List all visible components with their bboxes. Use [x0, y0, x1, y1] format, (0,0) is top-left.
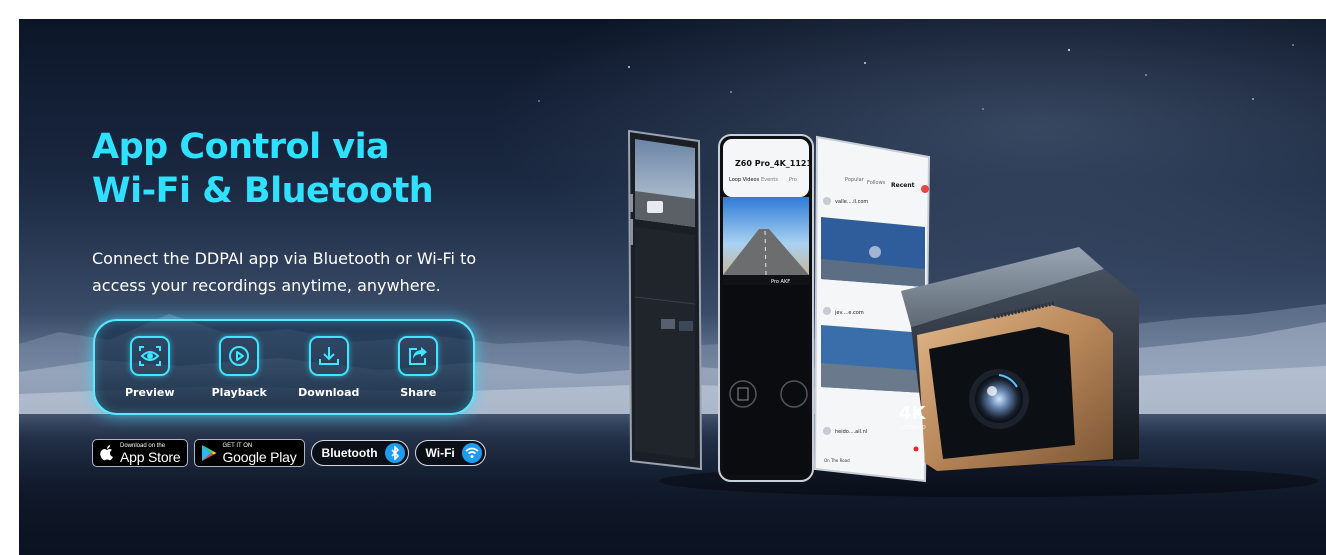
title-line-2: Wi-Fi & Bluetooth: [92, 171, 434, 211]
phone3-nav-road: On The Road: [824, 458, 850, 463]
bluetooth-icon: [384, 443, 405, 463]
download-icon: [308, 335, 349, 376]
play-icon: [219, 335, 260, 376]
phone-1: [627, 129, 703, 471]
feature-playback: Playback: [199, 335, 279, 399]
phone2-tab-events: Events: [761, 177, 778, 183]
phone2-overlay: Pro AKF: [771, 279, 790, 285]
device-resolution-sub: ULTRA HD: [901, 425, 926, 431]
hero-description: Connect the DDPAI app via Bluetooth or W…: [92, 245, 532, 299]
page-title: App Control via Wi-Fi & Bluetooth: [92, 125, 434, 213]
app-store-small-text: Download on the: [120, 442, 166, 449]
product-showcase: Z60 Pro_4K_1121 Loop Videos Events Pro P…: [627, 129, 1319, 497]
phone3-tab-recent: Recent: [891, 182, 915, 189]
dash-cam: 4K ULTRA HD: [899, 247, 1139, 471]
app-store-big-text: App Store: [120, 448, 181, 465]
phone2-title: Z60 Pro_4K_1121: [735, 159, 812, 168]
wifi-badge: Wi-Fi: [414, 440, 486, 466]
google-play-badge[interactable]: GET IT ON Google Play: [194, 439, 305, 467]
google-play-small-text: GET IT ON: [222, 442, 253, 449]
bluetooth-badge: Bluetooth: [310, 440, 409, 466]
hero-banner: App Control via Wi-Fi & Bluetooth Connec…: [19, 19, 1326, 555]
apple-icon: [100, 445, 113, 461]
phone3-tab-follows: Follows: [867, 180, 886, 186]
store-badges: Download on the App Store GET IT ON Goog…: [92, 439, 486, 467]
device-resolution: 4K: [899, 403, 927, 424]
app-store-badge[interactable]: Download on the App Store: [92, 439, 189, 467]
wifi-icon: [461, 443, 482, 463]
share-icon: [398, 335, 439, 376]
phone2-tab-pro: Pro: [789, 177, 797, 183]
feature-label: Share: [400, 385, 437, 399]
feature-preview: Preview: [110, 335, 190, 399]
feature-label: Preview: [124, 385, 175, 399]
description-line-2: access your recordings anytime, anywhere…: [92, 276, 441, 295]
feature-share: Share: [378, 335, 458, 399]
phone3-tab-popular: Popular: [845, 177, 865, 183]
eye-icon: [129, 335, 170, 376]
description-line-1: Connect the DDPAI app via Bluetooth or W…: [92, 249, 477, 268]
wifi-label: Wi-Fi: [425, 446, 455, 460]
phone3-user-2: jev....e.com: [834, 310, 864, 316]
phone3-user-1: valle....il.com: [835, 199, 868, 205]
feature-download: Download: [289, 335, 369, 399]
feature-panel: Preview Playback Download Share: [93, 319, 475, 415]
feature-label: Playback: [211, 385, 267, 399]
google-play-big-text: Google Play: [222, 448, 297, 465]
feature-label: Download: [298, 385, 360, 399]
phone-2: Z60 Pro_4K_1121 Loop Videos Events Pro P…: [718, 134, 814, 482]
bluetooth-label: Bluetooth: [321, 446, 378, 460]
google-play-icon: [202, 445, 217, 461]
title-line-1: App Control via: [92, 127, 390, 167]
phone3-user-3: heido....ail.nl: [835, 429, 867, 435]
phone2-tab-loop: Loop Videos: [729, 177, 760, 183]
